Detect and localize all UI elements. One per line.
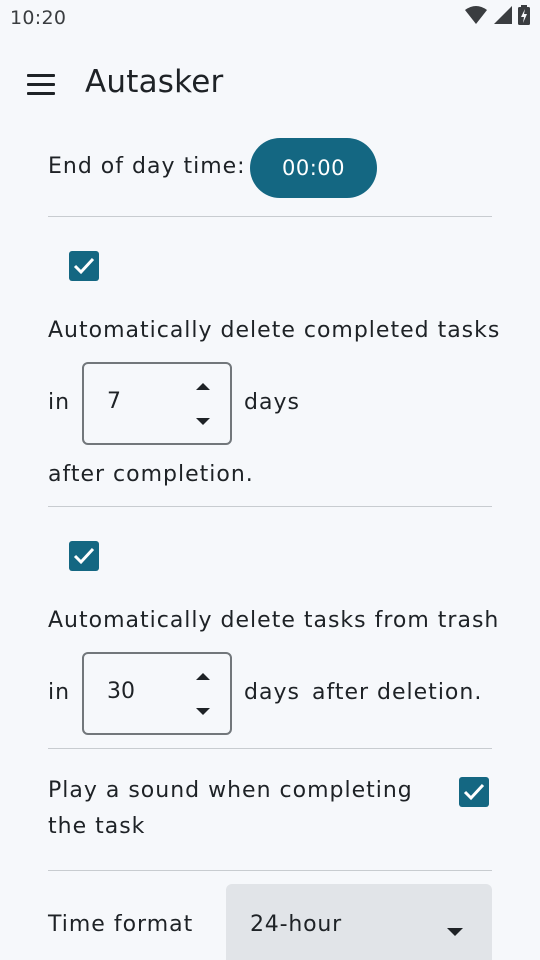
end-of-day-time-button[interactable]: 00:00 [250, 138, 377, 198]
wifi-icon [464, 5, 488, 29]
status-bar: 10:20 [0, 0, 540, 36]
app-title: Autasker [85, 64, 224, 100]
play-sound-label-line2: the task [48, 814, 146, 839]
divider [48, 506, 492, 507]
after-completion-label: after completion. [48, 462, 254, 487]
play-sound-checkbox[interactable] [459, 777, 489, 807]
time-format-value: 24-hour [250, 912, 342, 937]
decrement-icon[interactable] [188, 409, 218, 433]
days-label: days [244, 680, 300, 705]
divider [48, 870, 492, 871]
after-deletion-label: after deletion. [312, 680, 483, 705]
end-of-day-label: End of day time: [48, 154, 246, 179]
time-format-label: Time format [48, 912, 194, 937]
status-icons [464, 5, 530, 29]
auto-delete-completed-checkbox[interactable] [69, 251, 99, 281]
auto-delete-trash-label: Automatically delete tasks from trash [48, 608, 500, 633]
in-label: in [48, 680, 71, 705]
in-label: in [48, 390, 71, 415]
time-format-select[interactable]: 24-hour [226, 884, 492, 960]
menu-icon[interactable] [22, 66, 62, 102]
auto-delete-trash-checkbox[interactable] [69, 541, 99, 571]
dropdown-arrow-icon [446, 922, 464, 941]
auto-delete-completed-label: Automatically delete completed tasks [48, 318, 501, 343]
days-label: days [244, 390, 300, 415]
increment-icon[interactable] [188, 664, 218, 688]
trash-days-value: 30 [107, 679, 135, 704]
battery-charging-icon [518, 5, 530, 29]
app-bar: Autasker [0, 50, 540, 116]
status-time: 10:20 [10, 7, 67, 29]
increment-icon[interactable] [188, 374, 218, 398]
divider [48, 748, 492, 749]
completed-days-stepper[interactable]: 7 [82, 362, 232, 445]
play-sound-label-line1: Play a sound when completing [48, 778, 413, 803]
trash-days-stepper[interactable]: 30 [82, 652, 232, 735]
completed-days-value: 7 [107, 389, 121, 414]
decrement-icon[interactable] [188, 699, 218, 723]
cell-signal-icon [493, 5, 513, 29]
divider [48, 216, 492, 217]
settings-screen: 10:20 Autasker End of day time: 00:00 Au… [0, 0, 540, 960]
